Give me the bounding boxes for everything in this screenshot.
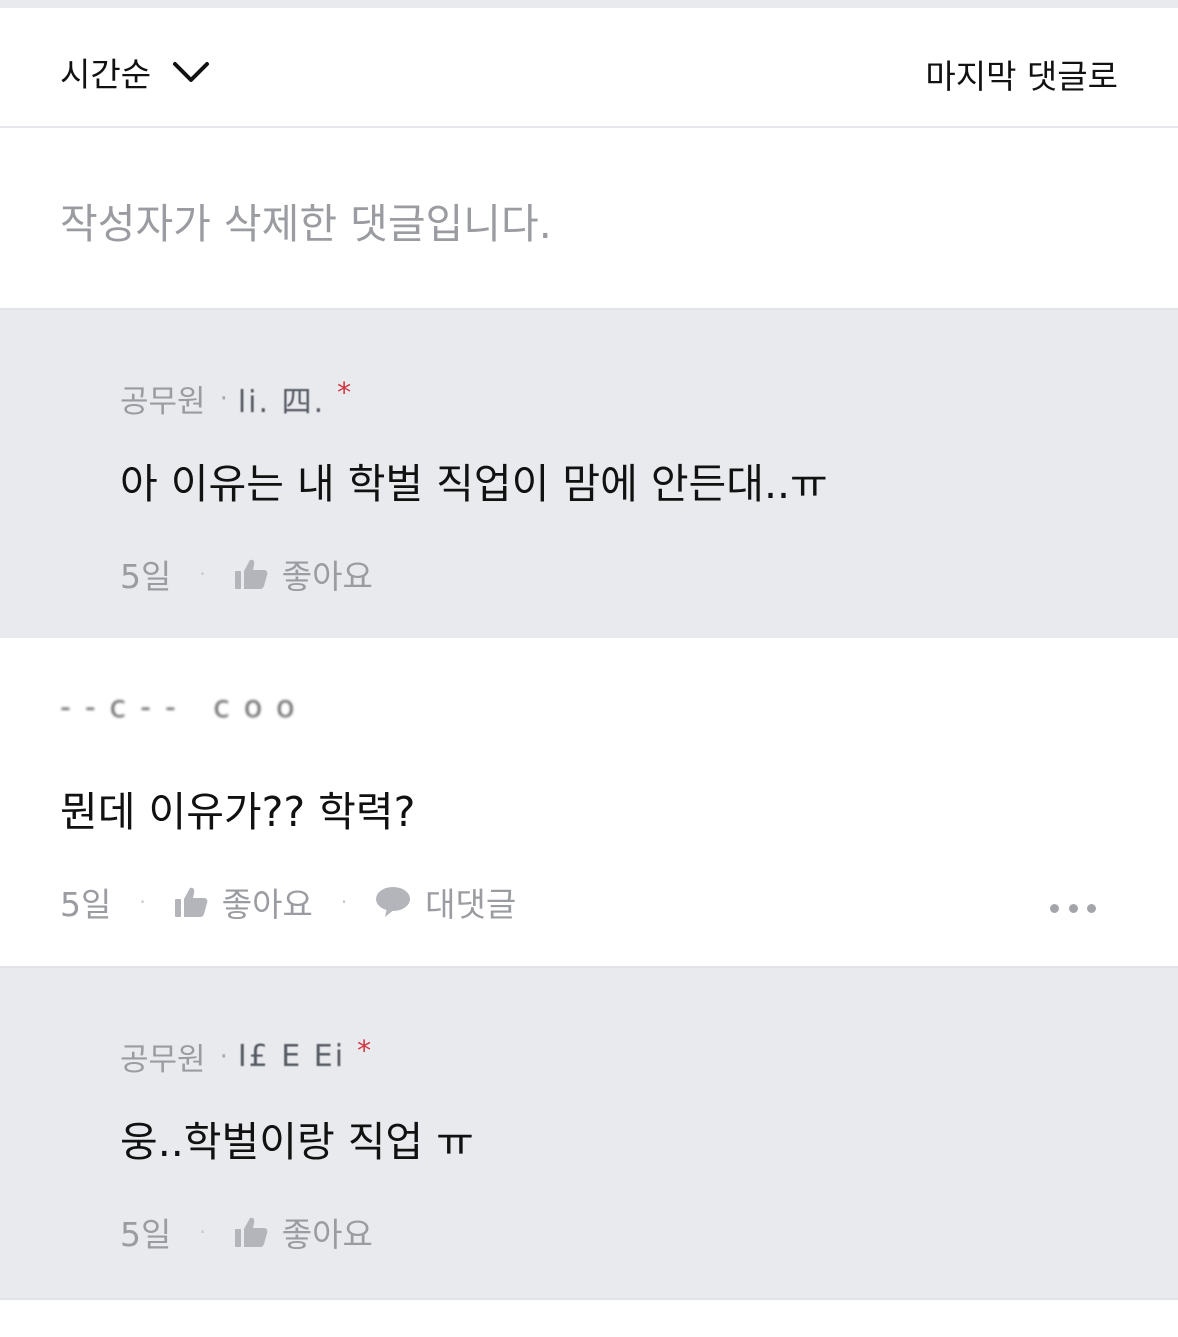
more-dots-icon [1087,903,1096,913]
author-nickname[interactable]: I£ E Ei [238,1039,345,1074]
comment-item: --c-- coo 뭔데 이유가?? 학력? 5일 · 좋아요 · 대댓글 [0,638,1178,966]
thumbs-up-icon [234,1217,268,1247]
reply-button[interactable]: 대댓글 [375,878,516,926]
comment-time: 5일 [60,885,112,924]
reply-time: 5일 [120,557,172,596]
author-separator: · [219,1041,228,1072]
meta-separator: · [199,1220,206,1244]
thumbs-up-icon [174,887,208,917]
more-options-button[interactable] [1050,902,1096,914]
like-button[interactable]: 좋아요 [174,878,313,926]
comment-meta: 5일 · 좋아요 · 대댓글 [60,878,516,926]
jump-to-last-comment-button[interactable]: 마지막 댓글로 [925,50,1118,98]
sort-label: 시간순 [60,55,152,94]
author-nickname[interactable]: li. 四. [238,377,325,421]
meta-separator: · [199,562,206,586]
deleted-comment: 작성자가 삭제한 댓글입니다. [0,128,1178,308]
chevron-down-icon [173,62,210,82]
thumbs-up-icon [234,559,268,589]
reply-text: 웅..학벌이랑 직업 ㅠ [120,1118,474,1166]
author-role: 공무원 [120,1042,206,1078]
reply-time: 5일 [120,1215,172,1254]
meta-separator: · [340,890,348,914]
like-button[interactable]: 좋아요 [234,550,373,598]
sort-bar: 시간순 마지막 댓글로 [0,8,1178,128]
deleted-comment-text: 작성자가 삭제한 댓글입니다. [60,200,552,248]
author-star-icon: * [357,1034,372,1067]
comment-author-nickname[interactable]: --c-- coo [60,690,309,725]
author-star-icon: * [337,376,352,409]
like-label: 좋아요 [221,885,313,924]
like-label: 좋아요 [281,557,373,596]
meta-separator: · [139,890,146,914]
reply-text: 아 이유는 내 학벌 직업이 맘에 안든대..ㅠ [120,460,828,508]
author-role: 공무원 [120,384,206,420]
bottom-divider [0,1298,1178,1300]
more-dots-icon [1068,903,1078,913]
reply-author: 공무원 · li. 四. * [120,376,351,421]
speech-bubble-icon [376,887,411,917]
reply-meta: 5일 · 좋아요 [120,550,373,598]
reply-meta: 5일 · 좋아요 [120,1208,373,1256]
reply-item: 공무원 · li. 四. * 아 이유는 내 학벌 직업이 맘에 안든대..ㅠ … [0,308,1178,638]
more-dots-icon [1050,903,1059,913]
comment-text: 뭔데 이유가?? 학력? [60,788,416,836]
reply-author: 공무원 · I£ E Ei * [120,1034,371,1079]
reply-item: 공무원 · I£ E Ei * 웅..학벌이랑 직업 ㅠ 5일 · 좋아요 [0,966,1178,1298]
reply-label: 대댓글 [425,885,517,924]
sort-dropdown[interactable]: 시간순 [60,48,211,96]
author-separator: · [219,383,228,414]
like-label: 좋아요 [281,1215,373,1254]
top-strip [0,0,1178,8]
like-button[interactable]: 좋아요 [234,1208,373,1256]
